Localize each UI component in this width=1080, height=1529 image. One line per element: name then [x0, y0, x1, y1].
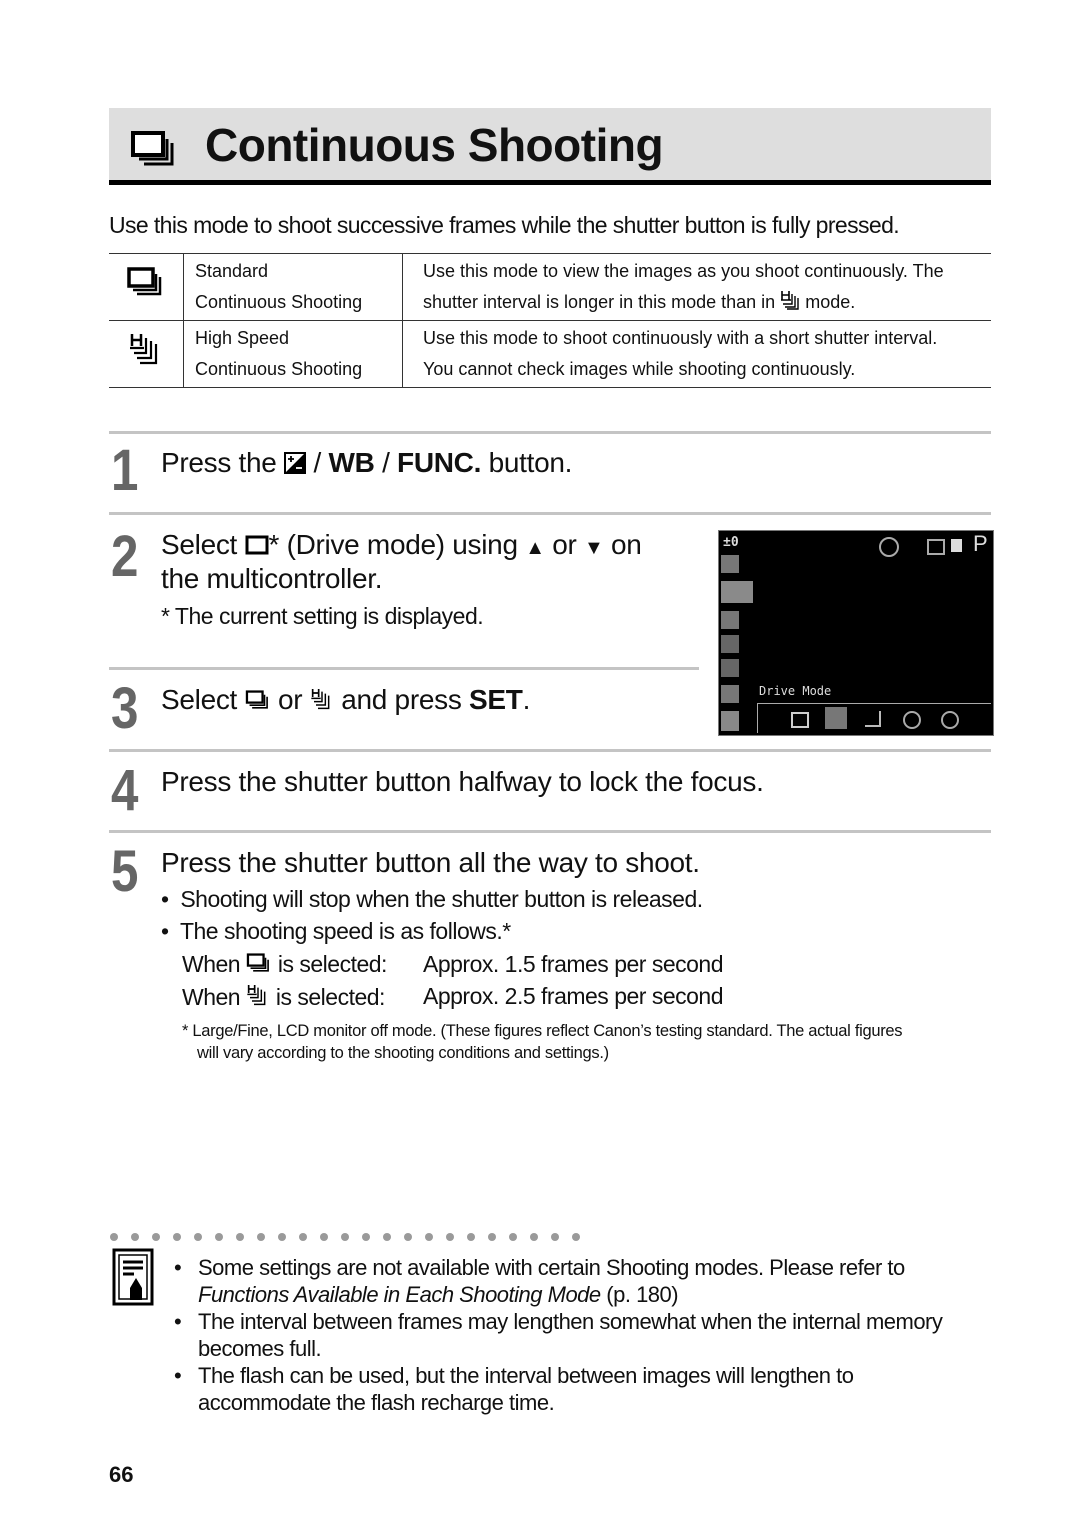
mode-name: High Speed [195, 328, 290, 348]
step-5-bullet: • Shooting will stop when the shutter bu… [161, 886, 703, 912]
table-row: Standard Continuous Shooting Use this mo… [109, 253, 991, 321]
step-divider [109, 749, 991, 752]
mode-description: You cannot check images while shooting c… [423, 359, 856, 379]
step-number: 3 [111, 676, 139, 741]
mode-name: Standard [195, 261, 269, 281]
continuous-shooting-icon [245, 690, 268, 709]
high-speed-continuous-icon [311, 689, 330, 710]
lcd-menu-icon [721, 711, 739, 731]
continuous-shooting-icon [246, 953, 269, 972]
lcd-option-continuous-selected [825, 707, 847, 729]
footnote: will vary according to the shooting cond… [197, 1044, 609, 1062]
mode-description: shutter interval is longer in this mode … [423, 292, 776, 312]
lcd-menu-icon-selected [721, 581, 753, 603]
mode-name: Continuous Shooting [195, 292, 363, 312]
lcd-screen-image: ±0 P Drive Mode [718, 530, 994, 736]
step-number: 1 [111, 438, 139, 503]
lcd-option-high-speed [865, 711, 881, 727]
note-item: • Some settings are not available with c… [174, 1255, 905, 1307]
step-number: 5 [111, 839, 139, 904]
footnote: * Large/Fine, LCD monitor off mode. (The… [182, 1022, 903, 1040]
mode-description: Use this mode to view the images as you … [423, 261, 944, 281]
step-5-bullet: • The shooting speed is as follows.* [161, 918, 511, 944]
step-2-line2: the multicontroller. [161, 563, 383, 594]
step-number: 2 [111, 524, 139, 589]
title-rule [109, 180, 991, 185]
high-speed-continuous-icon [130, 334, 158, 365]
mode-description: Use this mode to shoot continuously with… [423, 328, 938, 348]
set-button-label: SET [469, 684, 523, 715]
modes-table: Standard Continuous Shooting Use this mo… [109, 253, 991, 388]
lcd-menu-icon [721, 555, 739, 573]
speed-row: When is selected: [182, 951, 387, 977]
up-arrow-icon: ▲ [525, 537, 545, 559]
speed-rate: Approx. 1.5 frames per second [423, 951, 724, 977]
speed-rate: Approx. 2.5 frames per second [423, 983, 724, 1009]
step-divider [109, 830, 991, 833]
lcd-option-self-timer-2s [941, 711, 959, 729]
table-row: High Speed Continuous Shooting Use this … [109, 320, 991, 388]
note-icon [112, 1248, 154, 1306]
continuous-shooting-icon [131, 131, 174, 166]
step-4-text: Press the shutter button halfway to lock… [161, 766, 764, 797]
func-button-label: FUNC. [397, 447, 482, 478]
high-speed-continuous-icon [247, 985, 266, 1006]
lcd-menu-icon [721, 685, 739, 703]
single-shot-icon [245, 535, 269, 555]
step-2-note: * The current setting is displayed. [161, 603, 484, 629]
step-number: 4 [111, 758, 139, 823]
lcd-menu-icon [721, 659, 739, 677]
cross-reference-link[interactable]: Functions Available in Each Shooting Mod… [198, 1282, 601, 1307]
lcd-exposure-value: ±0 [723, 535, 739, 550]
lcd-menu-icon [721, 611, 739, 629]
mode-name: Continuous Shooting [195, 359, 363, 379]
exposure-compensation-icon [284, 452, 307, 474]
lcd-mode-p: P [973, 531, 988, 556]
step-2-text: Select * (Drive mode) using ▲ or ▼ on [161, 529, 642, 560]
continuous-shooting-icon [127, 267, 162, 296]
lcd-flash-icon [879, 537, 899, 557]
wb-button-label: WB [328, 447, 375, 478]
page-title: Continuous Shooting [205, 119, 664, 171]
lcd-lock-icon [951, 539, 962, 552]
dotted-separator [110, 1228, 593, 1246]
step-1-text: Press the / WB / FUNC. button. [161, 447, 573, 478]
note-item: • The flash can be used, but the interva… [174, 1363, 854, 1415]
notes-list: • Some settings are not available with c… [174, 1254, 943, 1416]
page-number: 66 [109, 1462, 134, 1487]
lcd-option-self-timer-10s [903, 711, 921, 729]
step-divider [109, 512, 991, 515]
lcd-drive-mode-label: Drive Mode [759, 684, 832, 698]
down-arrow-icon: ▼ [583, 537, 604, 559]
speed-row: When is selected: [182, 984, 385, 1010]
high-speed-continuous-icon [781, 291, 799, 310]
step-divider [109, 431, 991, 434]
step-divider [109, 667, 699, 670]
intro-text: Use this mode to shoot successive frames… [109, 212, 900, 238]
lcd-option-single [791, 712, 809, 728]
step-3-text: Select or and press SET. [161, 684, 531, 715]
lcd-menu-icon [721, 635, 739, 653]
lcd-metering-icon [927, 539, 945, 555]
note-item: • The interval between frames may length… [174, 1309, 943, 1361]
step-5-text: Press the shutter button all the way to … [161, 847, 700, 878]
